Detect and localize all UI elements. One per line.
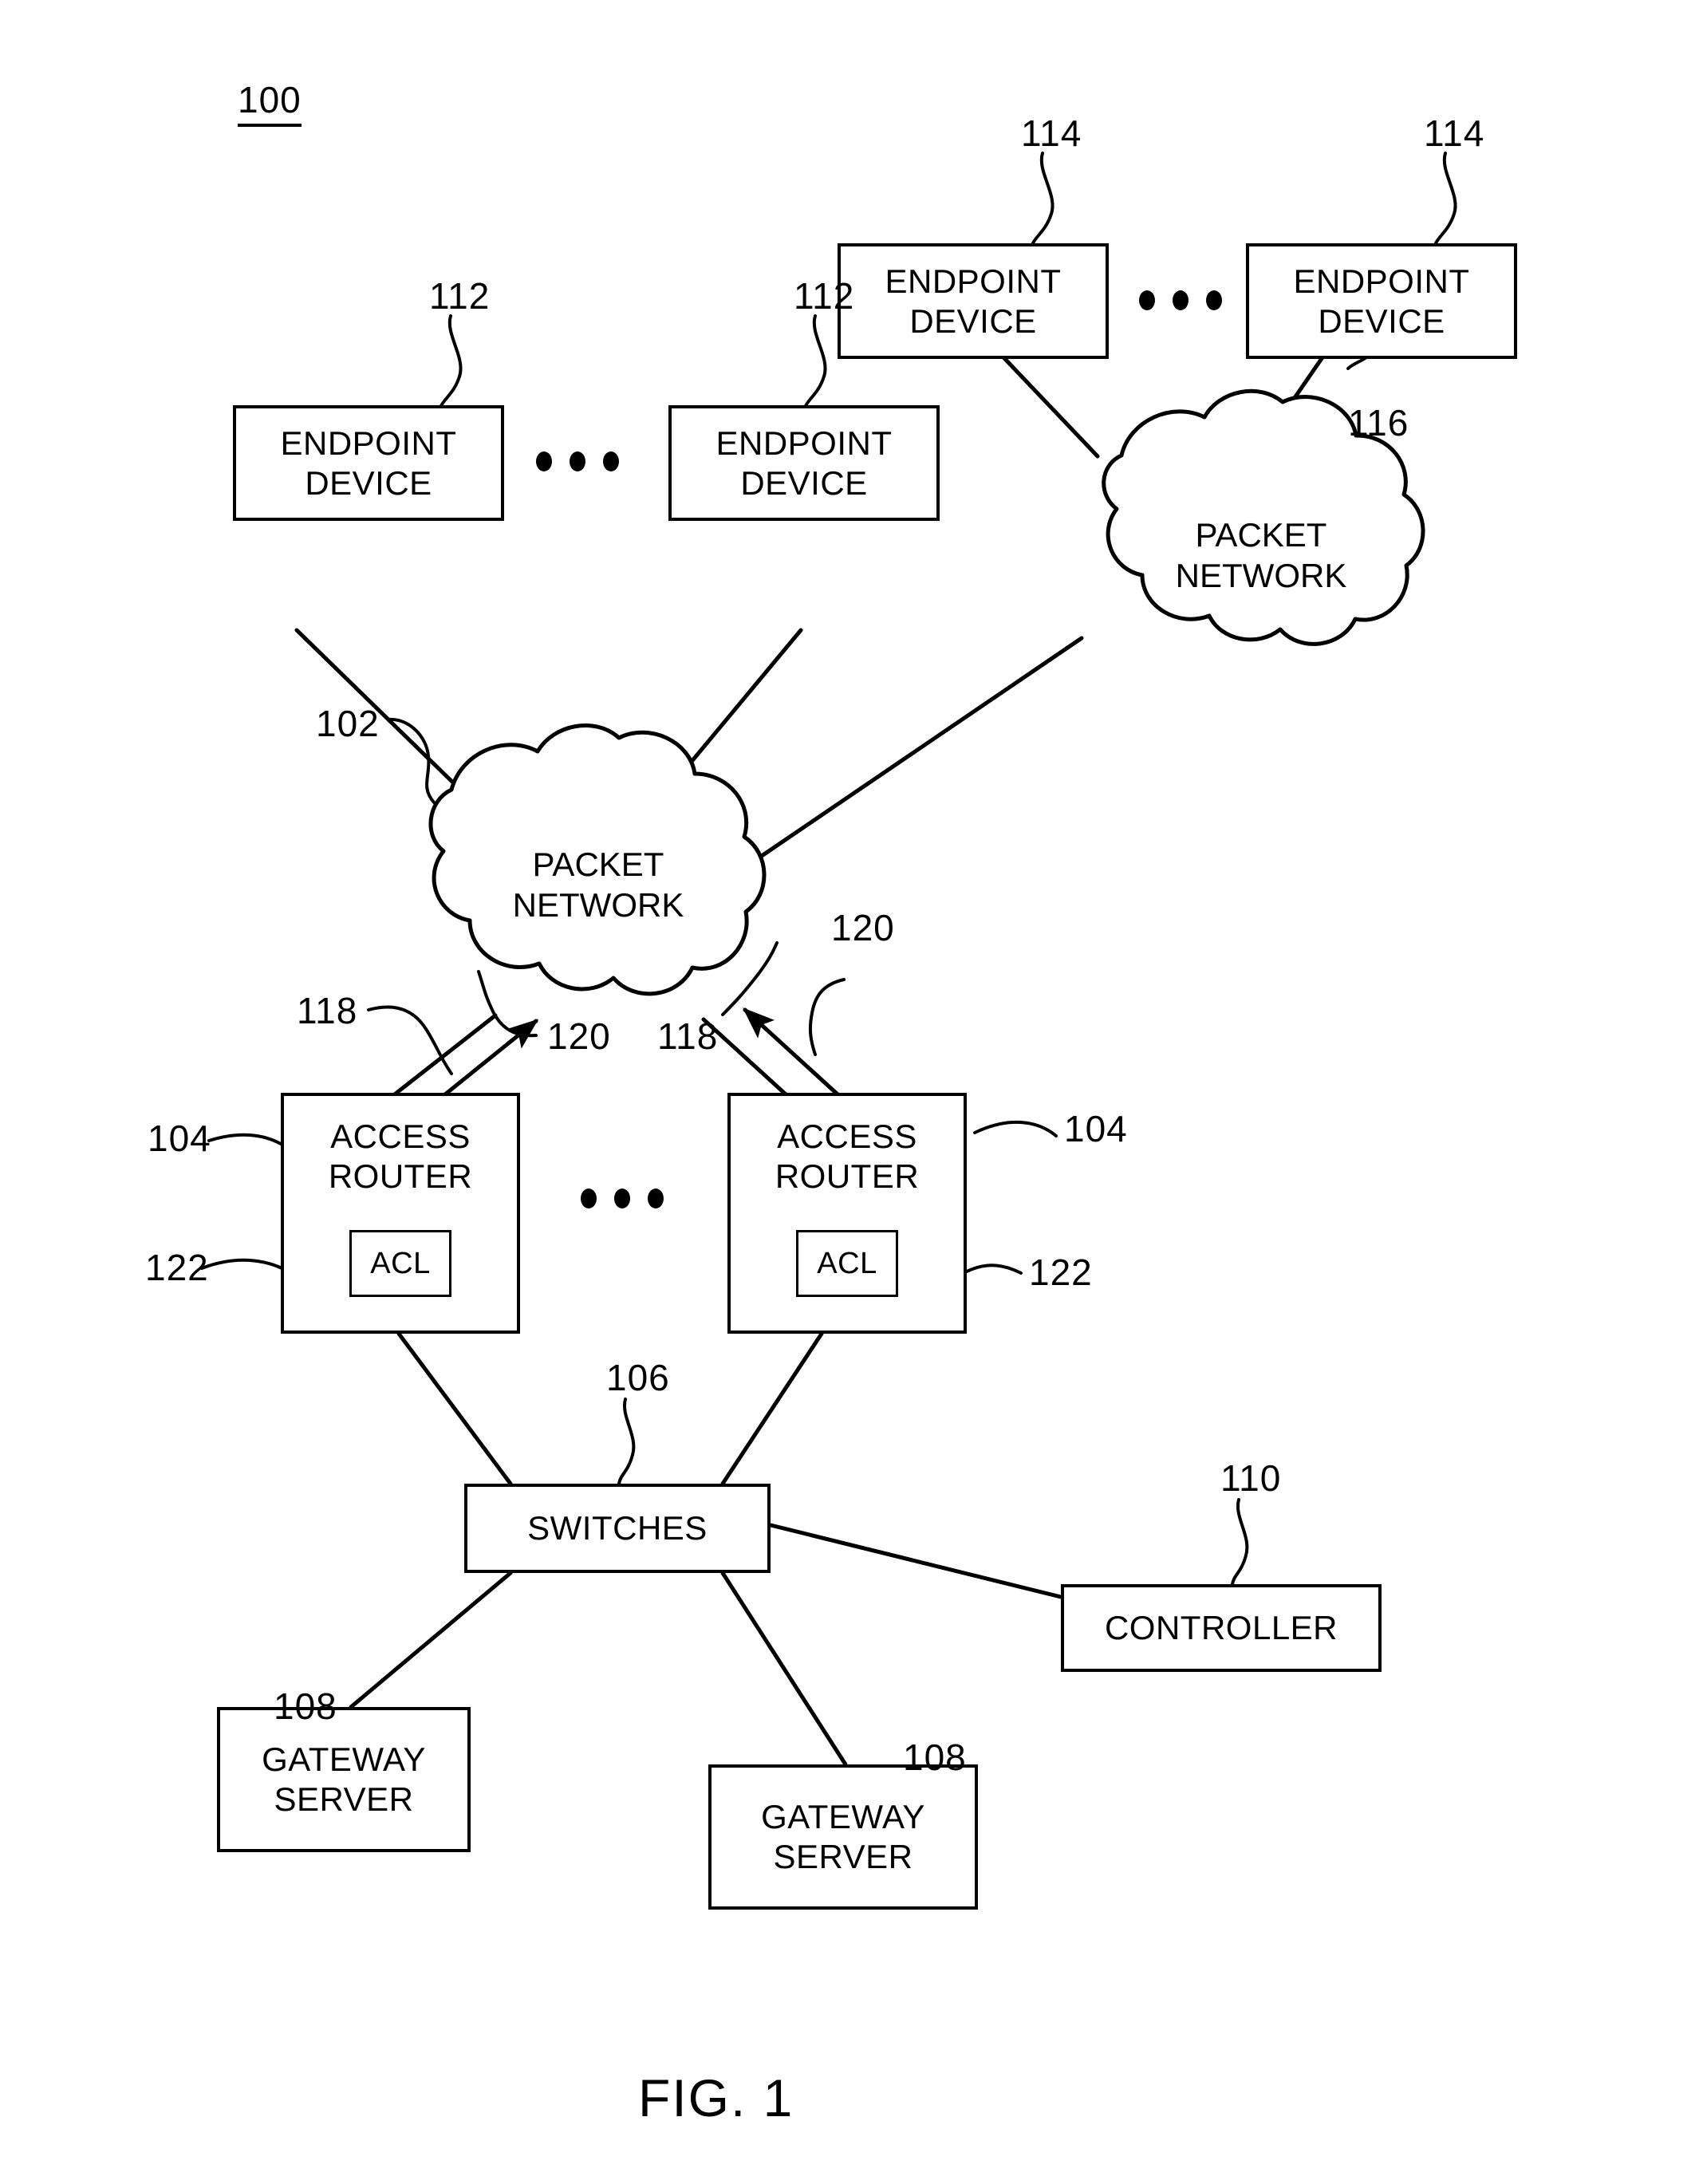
access-router-left-line2: ROUTER bbox=[328, 1157, 473, 1195]
access-router-right[interactable]: ACCESS ROUTER ACL bbox=[727, 1093, 967, 1334]
ref-122-right: 122 bbox=[1029, 1252, 1093, 1293]
endpoint-device-top-right[interactable]: ENDPOINT DEVICE bbox=[1246, 243, 1517, 359]
endpoint-device-mid-right-line2: DEVICE bbox=[740, 463, 868, 502]
access-router-right-line1: ACCESS bbox=[777, 1118, 917, 1155]
access-router-right-line2: ROUTER bbox=[775, 1157, 920, 1195]
gateway-server-right-line1: GATEWAY bbox=[761, 1798, 925, 1836]
packet-network-lower-line2: NETWORK bbox=[512, 886, 684, 924]
access-router-left[interactable]: ACCESS ROUTER ACL bbox=[281, 1093, 520, 1334]
system-reference-100: 100 bbox=[238, 78, 302, 127]
controller-box[interactable]: CONTROLLER bbox=[1061, 1584, 1382, 1672]
ellipsis-top-endpoints bbox=[1139, 290, 1222, 310]
gateway-server-left-line1: GATEWAY bbox=[262, 1740, 426, 1779]
ellipsis-mid-endpoints bbox=[536, 451, 619, 471]
endpoint-device-top-left-line1: ENDPOINT bbox=[885, 262, 1062, 300]
ref-120-left: 120 bbox=[547, 1015, 611, 1057]
ref-108-right: 108 bbox=[903, 1737, 967, 1778]
access-router-left-line1: ACCESS bbox=[330, 1118, 471, 1155]
endpoint-device-mid-left-line1: ENDPOINT bbox=[280, 424, 457, 462]
gateway-server-right[interactable]: GATEWAY SERVER bbox=[708, 1764, 978, 1910]
ref-110: 110 bbox=[1220, 1457, 1282, 1499]
ref-116: 116 bbox=[1348, 402, 1409, 444]
packet-network-upper-label: PACKET NETWORK bbox=[1121, 514, 1401, 596]
ref-114-left: 114 bbox=[1021, 112, 1082, 154]
acl-box-right[interactable]: ACL bbox=[796, 1230, 898, 1297]
patent-figure: 100 ENDPOINT DEVICE 114 ENDPOINT DEVICE … bbox=[0, 0, 1699, 2184]
acl-box-left[interactable]: ACL bbox=[349, 1230, 451, 1297]
ellipsis-access-routers bbox=[581, 1189, 664, 1208]
ref-118-right: 118 bbox=[657, 1015, 719, 1057]
gateway-server-left-line2: SERVER bbox=[274, 1780, 414, 1818]
endpoint-device-top-right-line1: ENDPOINT bbox=[1293, 262, 1470, 300]
endpoint-device-top-left[interactable]: ENDPOINT DEVICE bbox=[838, 243, 1109, 359]
endpoint-device-mid-right-line1: ENDPOINT bbox=[715, 424, 893, 462]
ref-104-left: 104 bbox=[148, 1118, 211, 1159]
switches-box[interactable]: SWITCHES bbox=[464, 1484, 771, 1573]
switches-label: SWITCHES bbox=[527, 1509, 708, 1547]
ref-114-right: 114 bbox=[1424, 112, 1485, 154]
ref-106: 106 bbox=[606, 1357, 670, 1398]
acl-label-left: ACL bbox=[370, 1246, 431, 1280]
ref-112-right: 112 bbox=[794, 275, 855, 317]
endpoint-device-top-left-line2: DEVICE bbox=[909, 302, 1037, 340]
ref-118-left: 118 bbox=[297, 990, 358, 1031]
packet-network-lower-label: PACKET NETWORK bbox=[459, 844, 738, 925]
ref-112-left: 112 bbox=[429, 275, 491, 317]
ref-102: 102 bbox=[316, 703, 380, 744]
endpoint-device-mid-left[interactable]: ENDPOINT DEVICE bbox=[233, 405, 504, 521]
controller-label: CONTROLLER bbox=[1104, 1609, 1338, 1647]
packet-network-upper-line2: NETWORK bbox=[1175, 557, 1347, 595]
figure-caption: FIG. 1 bbox=[638, 2068, 794, 2127]
endpoint-device-top-right-line2: DEVICE bbox=[1318, 302, 1445, 340]
packet-network-upper-line1: PACKET bbox=[1195, 516, 1327, 554]
ref-104-right: 104 bbox=[1064, 1108, 1128, 1149]
endpoint-device-mid-right[interactable]: ENDPOINT DEVICE bbox=[668, 405, 940, 521]
ref-122-left: 122 bbox=[145, 1247, 209, 1288]
ref-108-left: 108 bbox=[274, 1685, 337, 1727]
ref-120-right: 120 bbox=[831, 907, 895, 948]
endpoint-device-mid-left-line2: DEVICE bbox=[305, 463, 432, 502]
gateway-server-left[interactable]: GATEWAY SERVER bbox=[217, 1707, 471, 1852]
gateway-server-right-line2: SERVER bbox=[773, 1838, 913, 1875]
acl-label-right: ACL bbox=[817, 1246, 877, 1280]
packet-network-lower-line1: PACKET bbox=[532, 846, 664, 883]
